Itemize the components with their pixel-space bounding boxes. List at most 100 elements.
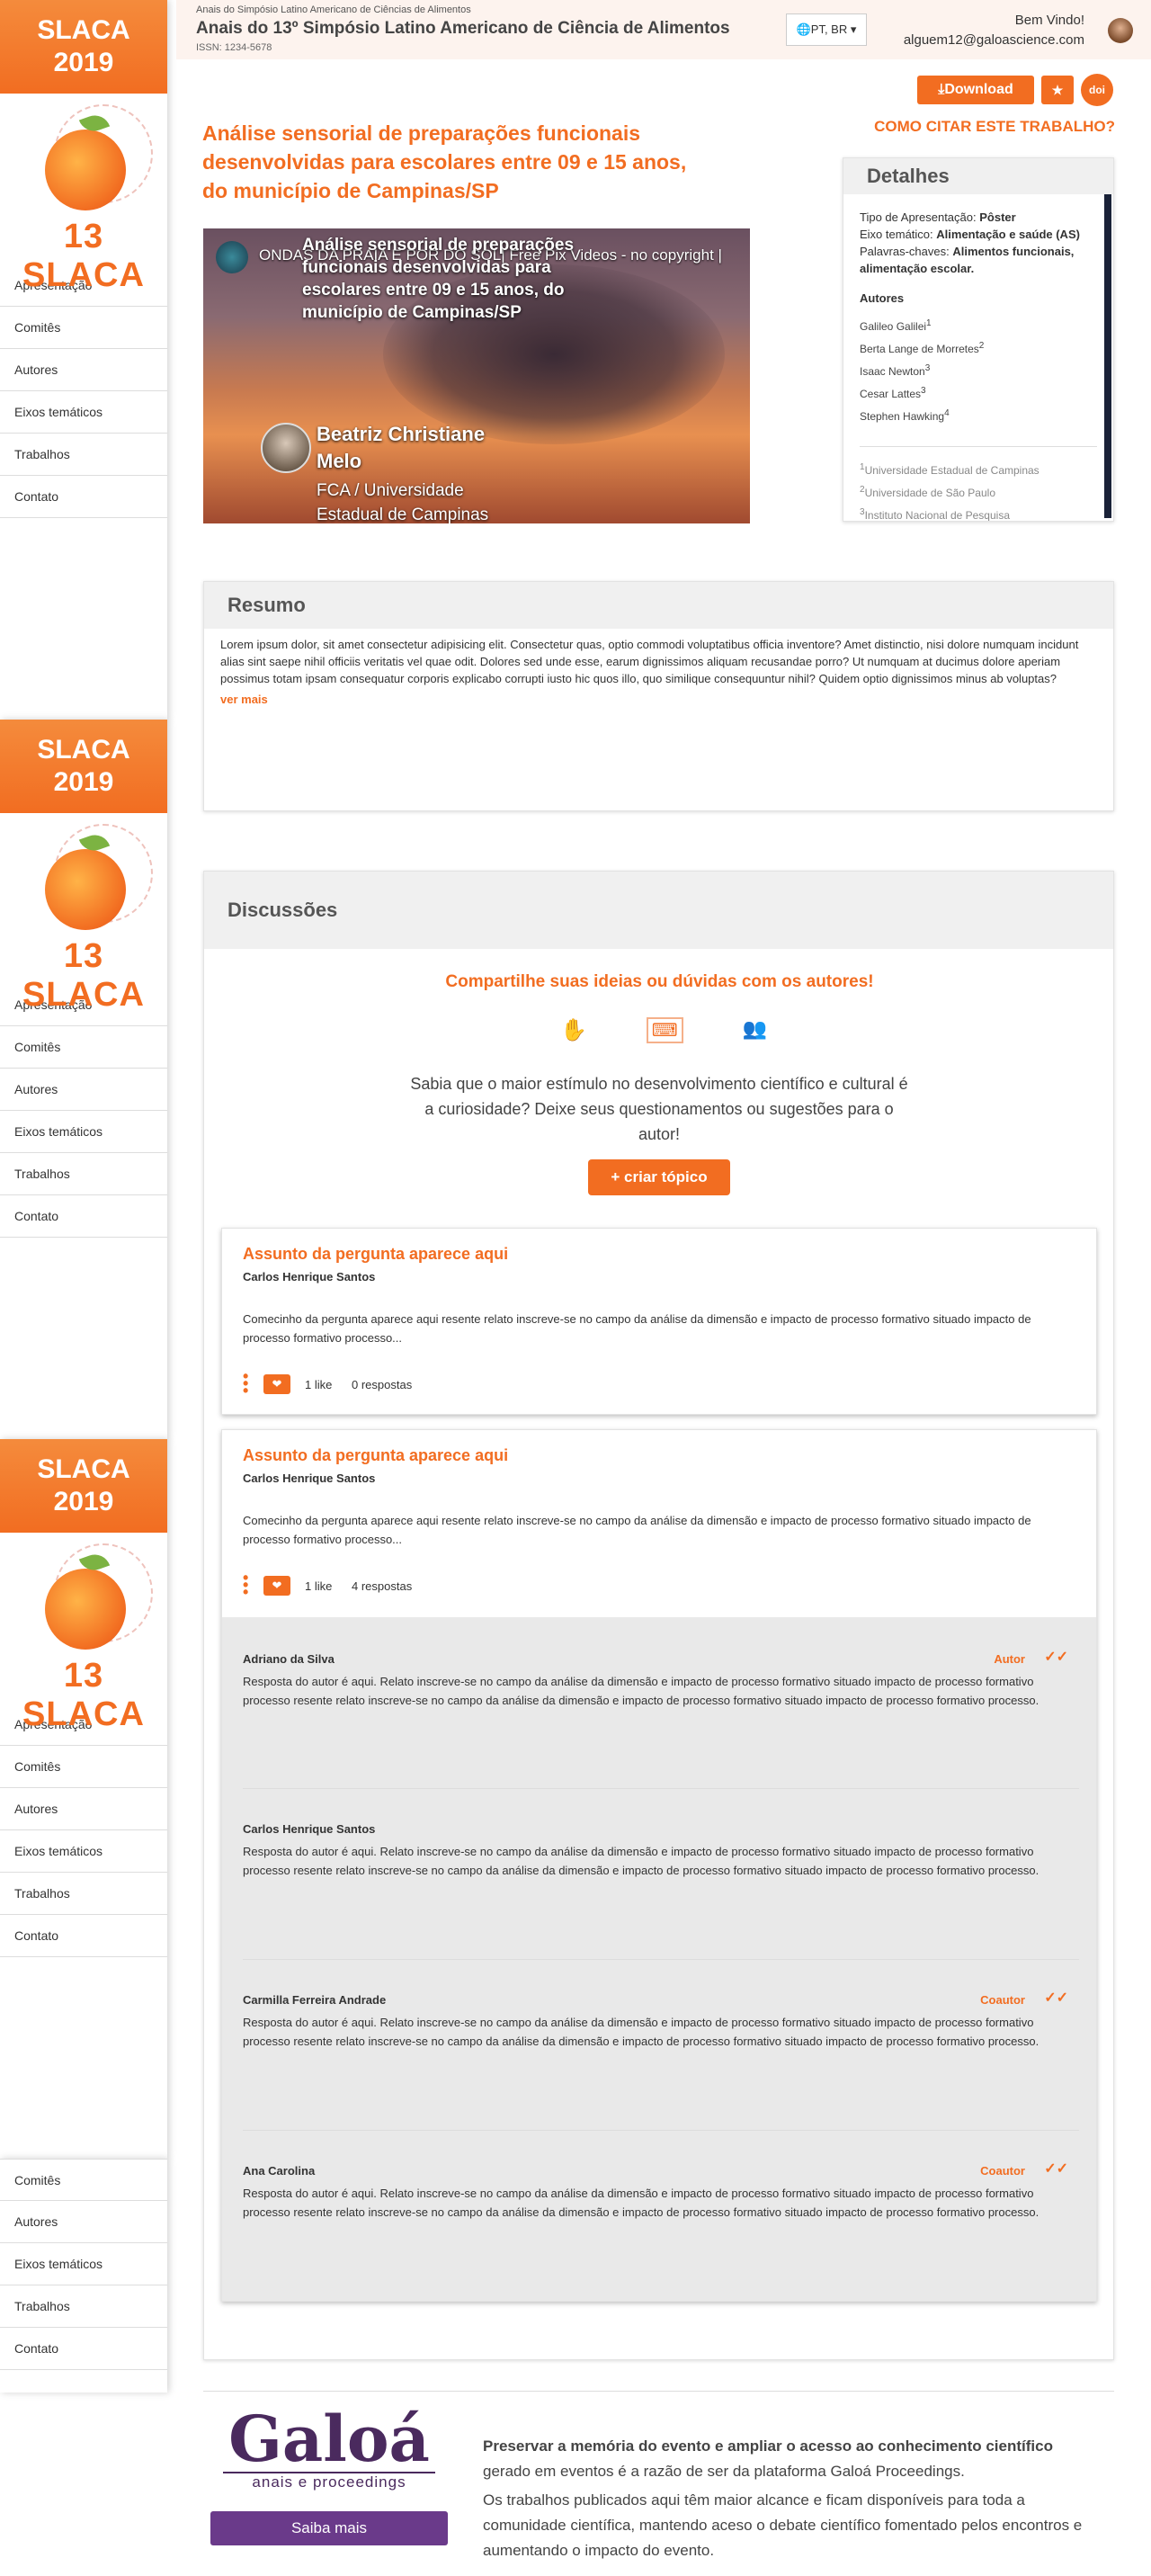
double-check-icon: ✓✓ bbox=[1044, 1990, 1068, 2006]
user-info: Bem Vindo! alguem12@galoascience.com bbox=[904, 11, 1084, 50]
hand-plant-icon: ✋ bbox=[560, 1018, 587, 1042]
sidebar-item-autores[interactable]: Autores bbox=[0, 2201, 167, 2243]
download-label: Download bbox=[944, 82, 1013, 97]
topic-author: Carlos Henrique Santos bbox=[243, 1471, 376, 1485]
sidebar-item-contato[interactable]: Contato bbox=[0, 476, 167, 518]
brand-name: Galoá bbox=[228, 2402, 430, 2476]
like-button[interactable]: ❤ bbox=[263, 1576, 290, 1596]
sidebar-item-autores[interactable]: Autores bbox=[0, 1788, 167, 1830]
affiliations-list: 1Universidade Estadual de Campinas 2Univ… bbox=[860, 446, 1097, 521]
slaca-logo: 13 SLACA bbox=[0, 813, 167, 1014]
page-title: Anais do 13º Simpósio Latino Americano d… bbox=[196, 19, 730, 38]
badge-line1: SLACA bbox=[37, 15, 130, 45]
sidebar-item-contato[interactable]: Contato bbox=[0, 2328, 167, 2370]
sidebar-item-trabalhos[interactable]: Trabalhos bbox=[0, 2285, 167, 2328]
create-topic-button[interactable]: + criar tópico bbox=[588, 1159, 730, 1195]
scrollbar[interactable] bbox=[1104, 194, 1111, 518]
user-email: alguem12@galoascience.com bbox=[903, 32, 1084, 48]
author-item[interactable]: Isaac Newton3 bbox=[860, 359, 1097, 381]
reply-item: Ana Carolina Coautor ✓✓ Resposta do auto… bbox=[243, 2161, 1088, 2222]
sidebar-item-trabalhos[interactable]: Trabalhos bbox=[0, 1873, 167, 1915]
learn-more-button[interactable]: Saiba mais bbox=[210, 2511, 448, 2545]
heart-icon: ❤ bbox=[272, 1377, 282, 1391]
sidebar-item-eixos[interactable]: Eixos temáticos bbox=[0, 2243, 167, 2285]
logo-text: 13 SLACA bbox=[22, 218, 145, 294]
like-count: 1 like bbox=[305, 1378, 333, 1391]
topic-title[interactable]: Assunto da pergunta aparece aqui bbox=[243, 1245, 508, 1264]
download-button[interactable]: ⤓Download bbox=[917, 76, 1034, 104]
how-to-cite-link[interactable]: COMO CITAR ESTE TRABALHO? bbox=[859, 118, 1115, 136]
topic-excerpt: Comecinho da pergunta aparece aqui resen… bbox=[243, 1312, 1031, 1345]
author-item[interactable]: Stephen Hawking4 bbox=[860, 404, 1097, 426]
badge-line2: 2019 bbox=[53, 1487, 114, 1516]
issn: ISSN: 1234-5678 bbox=[196, 42, 272, 53]
sidebar-item-comites[interactable]: Comitês bbox=[0, 1746, 167, 1788]
event-badge: SLACA 2019 bbox=[0, 0, 167, 94]
footer-line2: Os trabalhos publicados aqui têm maior a… bbox=[483, 2491, 1083, 2559]
more-options-icon[interactable]: • • • bbox=[243, 1570, 248, 1600]
favorite-button[interactable]: ★ bbox=[1041, 76, 1074, 104]
top-bar: Anais do Simpósio Latino Americano de Ci… bbox=[176, 0, 1151, 59]
reply-text: Resposta do autor é aqui. Relato inscrev… bbox=[243, 1845, 1039, 1877]
reply-author: Adriano da Silva bbox=[243, 1652, 335, 1666]
reply-count[interactable]: 0 respostas bbox=[352, 1378, 412, 1391]
sidebar-item-trabalhos[interactable]: Trabalhos bbox=[0, 1153, 167, 1195]
channel-avatar[interactable] bbox=[216, 241, 248, 273]
more-options-icon[interactable]: • • • bbox=[243, 1368, 248, 1399]
reply-role: Autor bbox=[994, 1652, 1025, 1666]
author-item[interactable]: Cesar Lattes3 bbox=[860, 381, 1097, 404]
language-select[interactable]: 🌐PT, BR ▾ bbox=[786, 13, 867, 46]
sidebar-item-trabalhos[interactable]: Trabalhos bbox=[0, 434, 167, 476]
badge-line2: 2019 bbox=[53, 48, 114, 77]
author-item[interactable]: Galileo Galilei1 bbox=[860, 314, 1097, 336]
footer-line1: gerado em eventos é a razão de ser da pl… bbox=[483, 2463, 965, 2480]
sidebar: SLACA 2019 13 SLACA Apresentação Comitês … bbox=[0, 1439, 167, 2159]
reply-text: Resposta do autor é aqui. Relato inscrev… bbox=[243, 2187, 1039, 2219]
sidebar-item-comites[interactable]: Comitês bbox=[0, 2159, 167, 2201]
slide-title: Análise sensorial de preparações funcion… bbox=[302, 236, 575, 322]
author-item[interactable]: Berta Lange de Morretes2 bbox=[860, 336, 1097, 359]
sidebar-item-autores[interactable]: Autores bbox=[0, 1069, 167, 1111]
header-supertitle: Anais do Simpósio Latino Americano de Ci… bbox=[196, 4, 471, 15]
reply-item: Carmilla Ferreira Andrade Coautor ✓✓ Res… bbox=[243, 1990, 1088, 2051]
event-badge: SLACA 2019 bbox=[0, 720, 167, 813]
affiliation-item: 1Universidade Estadual de Campinas bbox=[860, 462, 1039, 477]
topic-card[interactable]: Assunto da pergunta aparece aqui Carlos … bbox=[221, 1228, 1097, 1415]
sidebar-item-eixos[interactable]: Eixos temáticos bbox=[0, 1830, 167, 1873]
like-button[interactable]: ❤ bbox=[263, 1374, 290, 1394]
sidebar-item-comites[interactable]: Comitês bbox=[0, 1026, 167, 1069]
heart-icon: ❤ bbox=[272, 1579, 282, 1592]
reply-count[interactable]: 4 respostas bbox=[352, 1579, 412, 1593]
event-badge: SLACA 2019 bbox=[0, 1439, 167, 1533]
presentation-type: Tipo de Apresentação: Pôster bbox=[860, 210, 1016, 224]
presenter-photo bbox=[261, 423, 311, 473]
topic-title[interactable]: Assunto da pergunta aparece aqui bbox=[243, 1446, 508, 1465]
discussions-heading: Discussões bbox=[204, 872, 1113, 949]
sidebar: SLACA 2019 13 SLACA Apresentação Comitês … bbox=[0, 0, 167, 720]
badge-line1: SLACA bbox=[37, 735, 130, 765]
sidebar-item-comites[interactable]: Comitês bbox=[0, 307, 167, 349]
sidebar-item-autores[interactable]: Autores bbox=[0, 349, 167, 391]
sidebar-item-eixos[interactable]: Eixos temáticos bbox=[0, 1111, 167, 1153]
sidebar-item-contato[interactable]: Contato bbox=[0, 1915, 167, 1957]
avatar[interactable] bbox=[1108, 18, 1133, 43]
brand-subtitle: anais e proceedings bbox=[223, 2472, 435, 2491]
reply-role: Coautor bbox=[980, 1993, 1025, 2007]
thematic-axis: Eixo temático: Alimentação e saúde (AS) bbox=[860, 228, 1080, 241]
abstract-card: Resumo Lorem ipsum dolor, sit amet conse… bbox=[203, 581, 1114, 811]
sidebar-item-contato[interactable]: Contato bbox=[0, 1195, 167, 1238]
like-count: 1 like bbox=[305, 1579, 333, 1593]
affiliation-item: 2Universidade de São Paulo bbox=[860, 485, 995, 499]
video-player[interactable]: ONDAS DA PRAIA E POR DO SOL| Free Pix Vi… bbox=[203, 228, 750, 523]
doi-button[interactable]: doi bbox=[1081, 74, 1113, 106]
reply-text: Resposta do autor é aqui. Relato inscrev… bbox=[243, 1675, 1039, 1707]
sidebar-nav: Comitês Autores Eixos temáticos Trabalho… bbox=[0, 2159, 167, 2370]
sidebar-item-eixos[interactable]: Eixos temáticos bbox=[0, 391, 167, 434]
divider bbox=[243, 1788, 1079, 1789]
authors-heading: Autores bbox=[860, 291, 905, 305]
galoa-logo: Galoá anais e proceedings bbox=[210, 2407, 448, 2491]
divider bbox=[243, 1959, 1079, 1960]
sidebar: Comitês Autores Eixos temáticos Trabalho… bbox=[0, 2159, 167, 2393]
slaca-logo: 13 SLACA bbox=[0, 94, 167, 294]
read-more-link[interactable]: ver mais bbox=[204, 687, 1113, 711]
